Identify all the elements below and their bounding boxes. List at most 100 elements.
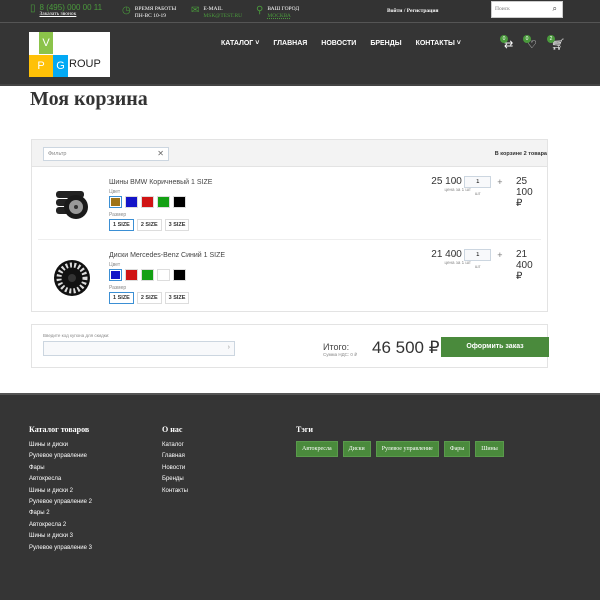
footer-about-link[interactable]: Бренды xyxy=(162,476,188,482)
hours-block: ◷ ВРЕМЯ РАБОТЫПН-ВС 10-19 xyxy=(122,6,176,20)
compare-button[interactable]: 0⇄ xyxy=(504,38,513,51)
email-link[interactable]: MSK@TEST.RU xyxy=(203,13,242,20)
product-name[interactable]: Шины BMW Коричневый 1 SIZE xyxy=(109,179,212,186)
main-nav: КАТАЛОГ ˅ ГЛАВНАЯ НОВОСТИ БРЕНДЫ КОНТАКТ… xyxy=(221,40,461,47)
vat-amount: Сумма НДС: 0 ₽ xyxy=(323,352,357,358)
quantity-input[interactable] xyxy=(464,176,491,188)
header: V P G ROUP КАТАЛОГ ˅ ГЛАВНАЯ НОВОСТИ БРЕ… xyxy=(0,23,600,86)
footer-tags: Автокресла Диски Рулевое управление Фары Шин… xyxy=(296,441,504,457)
nav-catalog[interactable]: КАТАЛОГ ˅ xyxy=(221,40,259,47)
checkout-button[interactable]: Оформить заказ xyxy=(441,337,549,357)
cart-header: Фильтр✕ В корзине 2 товара xyxy=(32,140,547,167)
clear-filter-icon[interactable]: ✕ xyxy=(157,149,164,158)
logo-p: P xyxy=(29,55,53,77)
nav-news[interactable]: НОВОСТИ xyxy=(321,40,356,47)
tag-button[interactable]: Диски xyxy=(343,441,371,457)
nav-brands[interactable]: БРЕНДЫ xyxy=(370,40,401,47)
size-label: Размер xyxy=(109,285,126,291)
callback-link[interactable]: Заказать звонок xyxy=(40,11,103,18)
color-label: Цвет xyxy=(109,262,120,268)
cart-button[interactable]: 2🛒︎ xyxy=(551,38,565,51)
filter-input[interactable]: Фильтр✕ xyxy=(43,147,169,161)
city-block: ⚲ ВАШ ГОРОДМОСКВА xyxy=(256,6,299,20)
tag-button[interactable]: Рулевое управление xyxy=(376,441,439,457)
search-input[interactable] xyxy=(492,2,547,16)
top-bar: ▯ 8 (495) 000 00 11 Заказать звонок ◷ ВР… xyxy=(0,0,600,23)
color-swatch[interactable] xyxy=(141,269,154,281)
phone-block: ▯ 8 (495) 000 00 11 Заказать звонок xyxy=(30,4,102,18)
cart-count: В корзине 2 товара xyxy=(495,151,547,157)
color-swatch[interactable] xyxy=(109,196,122,208)
color-swatch[interactable] xyxy=(173,269,186,281)
size-option[interactable]: 2 SIZE xyxy=(137,292,162,304)
chevron-right-icon[interactable]: › xyxy=(228,344,230,351)
footer-catalog-link[interactable]: Фары xyxy=(29,465,92,471)
unit-label: шт xyxy=(475,191,481,196)
footer-catalog-link[interactable]: Шины и диски 3 xyxy=(29,533,92,539)
search-box[interactable]: ⌕ xyxy=(491,1,563,18)
login-link[interactable]: Войти / Регистрация xyxy=(387,8,438,14)
plus-button[interactable]: + xyxy=(497,177,502,187)
coupon-input[interactable]: › xyxy=(43,341,235,356)
cart-summary: Введите код купона для скидки: › Итого: … xyxy=(31,324,548,368)
total-label: Итого: xyxy=(323,342,349,352)
footer: Каталог товаров Шины и диски Рулевое упра… xyxy=(0,393,600,600)
plus-button[interactable]: + xyxy=(497,250,502,260)
wishlist-button[interactable]: 0♡ xyxy=(527,38,537,51)
footer-catalog-link[interactable]: Рулевое управление xyxy=(29,453,92,459)
footer-catalog-link[interactable]: Автокресла 2 xyxy=(29,522,92,528)
cart-badge: 2 xyxy=(547,35,555,43)
minus-button[interactable]: − xyxy=(453,177,458,187)
size-option[interactable]: 1 SIZE xyxy=(109,292,134,304)
tag-button[interactable]: Шины xyxy=(475,441,504,457)
search-icon[interactable]: ⌕ xyxy=(553,4,557,14)
color-swatch[interactable] xyxy=(157,196,170,208)
email-block: ✉ E-MAILMSK@TEST.RU xyxy=(191,6,242,20)
page-title: Моя корзина xyxy=(30,88,148,111)
cart-item: Шины BMW Коричневый 1 SIZE Цвет Размер 1… xyxy=(38,167,541,240)
nav-home[interactable]: ГЛАВНАЯ xyxy=(273,40,307,47)
product-name[interactable]: Диски Mercedes-Benz Синий 1 SIZE xyxy=(109,252,225,259)
footer-about-link[interactable]: Новости xyxy=(162,465,188,471)
color-swatch[interactable] xyxy=(157,269,170,281)
tag-button[interactable]: Автокресла xyxy=(296,441,338,457)
footer-catalog-link[interactable]: Рулевое управление 2 xyxy=(29,499,92,505)
color-swatch[interactable] xyxy=(141,196,154,208)
nav-contacts[interactable]: КОНТАКТЫ ˅ xyxy=(416,40,461,47)
location-pin-icon: ⚲ xyxy=(256,6,263,16)
color-options xyxy=(109,269,186,281)
phone-number[interactable]: 8 (495) 000 00 11 xyxy=(40,4,103,11)
clock-icon: ◷ xyxy=(122,6,131,16)
size-option[interactable]: 2 SIZE xyxy=(137,219,162,231)
footer-catalog-title: Каталог товаров xyxy=(29,425,89,434)
color-swatch[interactable] xyxy=(125,196,138,208)
footer-about-title: О нас xyxy=(162,425,182,434)
size-option[interactable]: 3 SIZE xyxy=(165,292,190,304)
logo-roup: ROUP xyxy=(69,58,101,70)
footer-catalog-link[interactable]: Автокресла xyxy=(29,476,92,482)
compare-badge: 0 xyxy=(500,35,508,43)
city-link[interactable]: МОСКВА xyxy=(267,13,299,20)
quantity-input[interactable] xyxy=(464,249,491,261)
quantity-stepper: −+ xyxy=(453,176,503,188)
size-option[interactable]: 1 SIZE xyxy=(109,219,134,231)
footer-catalog-link[interactable]: Рулевое управление 3 xyxy=(29,545,92,551)
item-total: 21 400 ₽ xyxy=(516,249,541,282)
footer-catalog-link[interactable]: Шины и диски xyxy=(29,442,92,448)
footer-about-link[interactable]: Контакты xyxy=(162,488,188,494)
tire-image xyxy=(52,185,92,225)
footer-about-link[interactable]: Главная xyxy=(162,453,188,459)
footer-about-link[interactable]: Каталог xyxy=(162,442,188,448)
total-amount: 46 500 ₽ xyxy=(372,338,440,358)
minus-button[interactable]: − xyxy=(453,250,458,260)
footer-catalog-link[interactable]: Фары 2 xyxy=(29,510,92,516)
logo[interactable]: V P G ROUP xyxy=(29,32,110,77)
color-swatch[interactable] xyxy=(173,196,186,208)
color-swatch[interactable] xyxy=(125,269,138,281)
size-option[interactable]: 3 SIZE xyxy=(165,219,190,231)
cart-table: Фильтр✕ В корзине 2 товара Шины BMW Кори… xyxy=(31,139,548,312)
size-label: Размер xyxy=(109,212,126,218)
tag-button[interactable]: Фары xyxy=(444,441,470,457)
footer-catalog-link[interactable]: Шины и диски 2 xyxy=(29,488,92,494)
color-swatch[interactable] xyxy=(109,269,122,281)
